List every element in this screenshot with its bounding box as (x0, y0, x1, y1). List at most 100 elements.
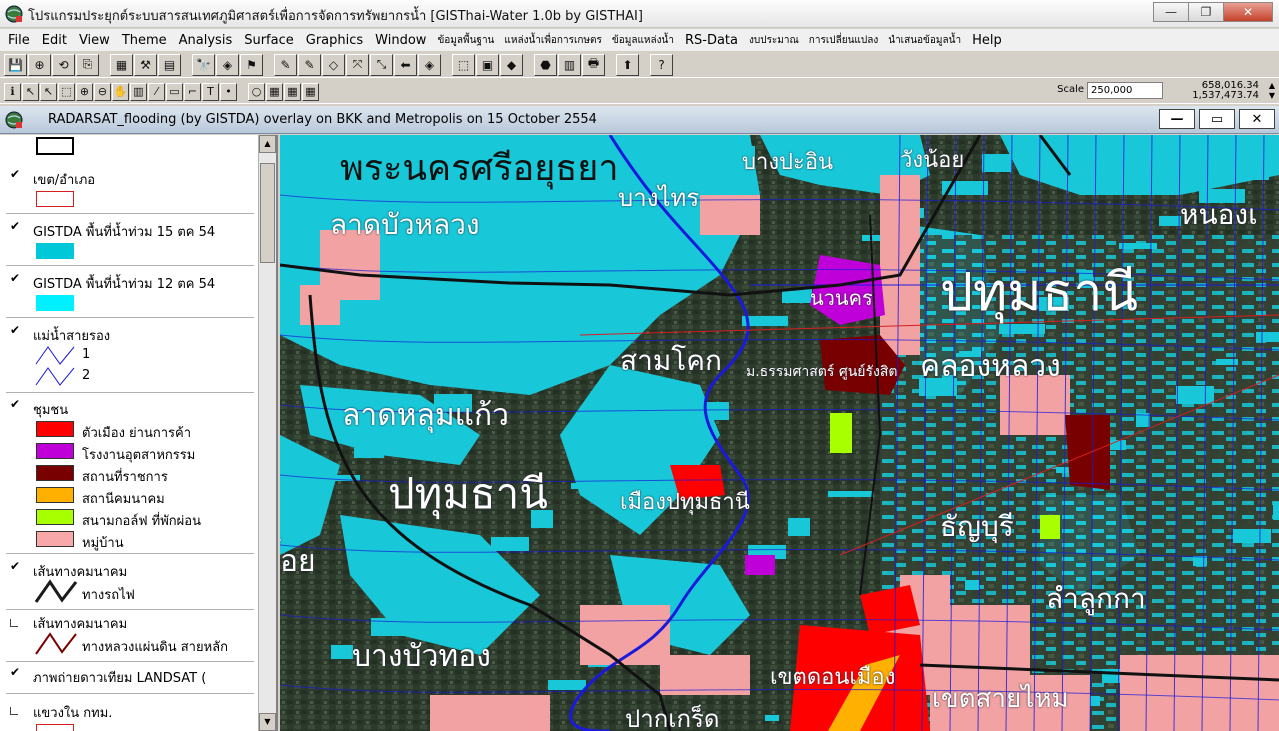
map-tool-button-2[interactable]: ↖ (40, 82, 57, 101)
theme-checkbox-community[interactable]: ✔ (10, 398, 22, 410)
main-tool-button-17[interactable]: ⤡ (370, 53, 393, 76)
main-tool-button-25[interactable]: ⬣ (534, 53, 557, 76)
menu-item-12[interactable]: งบประมาณ (744, 33, 804, 48)
menu-item-13[interactable]: การเปลี่ยนแปลง (804, 33, 883, 48)
main-tool-button-23[interactable]: ◆ (500, 53, 523, 76)
main-tool-button-16[interactable]: ⤧ (346, 53, 369, 76)
theme-checkbox-rail[interactable]: ✔ (10, 560, 22, 572)
theme-name-district[interactable]: เขต/อำเภอ (33, 169, 95, 190)
tool-buttons: ℹ ↖ ↖ ⬚ ⊕ ⊖ ✋ ▥ ⁄ ▭ ⌐ T • ○ ▦ ▦ ▦ (4, 82, 320, 101)
main-tool-button-13[interactable]: ✎ (274, 53, 297, 76)
theme-checkbox-road[interactable] (10, 619, 18, 627)
maximize-button[interactable]: ❐ (1188, 2, 1224, 22)
scroll-up-arrow-icon[interactable]: ▲ (259, 135, 276, 153)
menu-item-9[interactable]: แหล่งน้ำเพื่อการเกษตร (499, 33, 607, 48)
minimize-button[interactable]: — (1153, 2, 1189, 22)
main-tool-button-7[interactable]: ▤ (158, 53, 181, 76)
view-maximize-button[interactable]: ▭ (1199, 109, 1235, 129)
community-class-label-1: โรงงานอุตสาหกรรม (82, 448, 196, 463)
menu-item-1[interactable]: Edit (36, 33, 73, 48)
main-tool-button-9[interactable]: 🔭 (192, 53, 215, 76)
road-class-label: ทางหลวงแผ่นดิน สายหลัก (82, 640, 229, 655)
main-tool-button-10[interactable]: ◈ (216, 53, 239, 76)
main-tool-button-26[interactable]: ▥ (558, 53, 581, 76)
toc-scrollbar[interactable]: ▲ ▼ (258, 135, 276, 731)
theme-checkbox-flood15[interactable]: ✔ (10, 220, 22, 232)
main-tool-button-21[interactable]: ⬚ (452, 53, 475, 76)
map-label-latbualuang: ลาดบัวหลวง (330, 208, 480, 241)
menu-item-7[interactable]: Window (369, 33, 432, 48)
main-tool-button-22[interactable]: ▣ (476, 53, 499, 76)
main-tool-button-2[interactable]: ⟲ (52, 53, 75, 76)
cursor-coordinates: 658,016.34 1,537,473.74 (1192, 81, 1259, 101)
golf-area-2 (1040, 515, 1060, 539)
main-tool-button-1[interactable]: ⊕ (28, 53, 51, 76)
main-tool-button-19[interactable]: ◈ (418, 53, 441, 76)
menu-item-3[interactable]: Theme (116, 33, 173, 48)
scroll-down-arrow-icon[interactable]: ▼ (259, 713, 276, 731)
flood-patch (965, 580, 979, 590)
menu-item-14[interactable]: นำเสนอข้อมูลน้ำ (883, 33, 966, 48)
map-label-nongsua: หนองเ (1180, 198, 1258, 231)
theme-name-landsat[interactable]: ภาพถ่ายดาวเทียม LANDSAT ( (33, 667, 206, 688)
main-tool-button-15[interactable]: ◇ (322, 53, 345, 76)
village-area-2 (700, 195, 760, 235)
main-tool-button-3[interactable]: ⎘ (76, 53, 99, 76)
map-tool-button-1[interactable]: ↖ (22, 82, 39, 101)
map-tool-button-15[interactable]: ▦ (266, 82, 283, 101)
menu-item-0[interactable]: File (2, 33, 36, 48)
menu-item-5[interactable]: Surface (238, 33, 300, 48)
map-tool-button-11[interactable]: T (202, 82, 219, 101)
village-area-11 (430, 695, 550, 731)
theme-checkbox-khwaeng[interactable] (10, 707, 18, 715)
main-tool-button-5[interactable]: ▦ (110, 53, 133, 76)
map-tool-button-16[interactable]: ▦ (284, 82, 301, 101)
map-tool-button-17[interactable]: ▦ (302, 82, 319, 101)
close-button[interactable]: ✕ (1223, 2, 1273, 22)
menu-item-2[interactable]: View (73, 33, 116, 48)
view-title: RADARSAT_flooding (by GISTDA) overlay on… (48, 112, 597, 127)
theme-checkbox-river[interactable]: ✔ (10, 324, 22, 336)
map-tool-button-7[interactable]: ▥ (130, 82, 147, 101)
menu-item-6[interactable]: Graphics (300, 33, 369, 48)
main-tool-button-27[interactable]: 🖶 (582, 53, 605, 76)
theme-checkbox-landsat[interactable]: ✔ (10, 666, 22, 678)
menu-item-10[interactable]: ข้อมูลแหล่งน้ำ (607, 33, 679, 48)
view-close-button[interactable]: ✕ (1239, 109, 1275, 129)
theme-name-river[interactable]: แม่น้ำสายรอง (33, 325, 110, 346)
map-tool-button-3[interactable]: ⬚ (58, 82, 75, 101)
window-title: โปรแกรมประยุกต์ระบบสารสนเทศภูมิศาสตร์เพื… (28, 9, 643, 24)
theme-checkbox-district[interactable]: ✔ (10, 168, 22, 180)
theme-name-flood12[interactable]: GISTDA พื้นที่น้ำท่วม 12 ตค 54 (33, 273, 215, 294)
map-tool-button-5[interactable]: ⊖ (94, 82, 111, 101)
map-tool-button-14[interactable]: ○ (248, 82, 265, 101)
main-tool-button-31[interactable]: ? (650, 53, 673, 76)
map-view[interactable]: พระนครศรีอยุธยา บางปะอิน วังน้อย บางไทร หนอง… (280, 135, 1279, 731)
map-tool-button-9[interactable]: ▭ (166, 82, 183, 101)
main-tool-button-14[interactable]: ✎ (298, 53, 321, 76)
arrow-up-icon[interactable]: ▲ (1269, 81, 1275, 90)
main-tool-button-29[interactable]: ⬆ (616, 53, 639, 76)
map-tool-button-4[interactable]: ⊕ (76, 82, 93, 101)
theme-name-community[interactable]: ชุมชน (33, 399, 68, 420)
map-tool-button-12[interactable]: • (220, 82, 237, 101)
theme-name-khwaeng[interactable]: แขวงใน กทม. (33, 702, 112, 723)
main-tool-button-11[interactable]: ⚑ (240, 53, 263, 76)
scroll-thumb[interactable] (260, 163, 275, 263)
view-minimize-button[interactable]: — (1159, 109, 1195, 129)
map-tool-button-8[interactable]: ⁄ (148, 82, 165, 101)
arrow-down-icon[interactable]: ▼ (1269, 91, 1275, 100)
map-tool-button-0[interactable]: ℹ (4, 82, 21, 101)
menu-item-8[interactable]: ข้อมูลพื้นฐาน (432, 33, 499, 48)
menu-item-4[interactable]: Analysis (173, 33, 239, 48)
menu-item-11[interactable]: RS-Data (679, 33, 744, 48)
menu-item-15[interactable]: Help (966, 33, 1008, 48)
theme-checkbox-flood12[interactable]: ✔ (10, 272, 22, 284)
theme-name-flood15[interactable]: GISTDA พื้นที่น้ำท่วม 15 ตค 54 (33, 221, 215, 242)
scale-input[interactable] (1087, 82, 1163, 99)
map-tool-button-6[interactable]: ✋ (112, 82, 129, 101)
main-tool-button-18[interactable]: ⬅ (394, 53, 417, 76)
map-tool-button-10[interactable]: ⌐ (184, 82, 201, 101)
main-tool-button-6[interactable]: ⚒ (134, 53, 157, 76)
main-tool-button-0[interactable]: 💾 (4, 53, 27, 76)
